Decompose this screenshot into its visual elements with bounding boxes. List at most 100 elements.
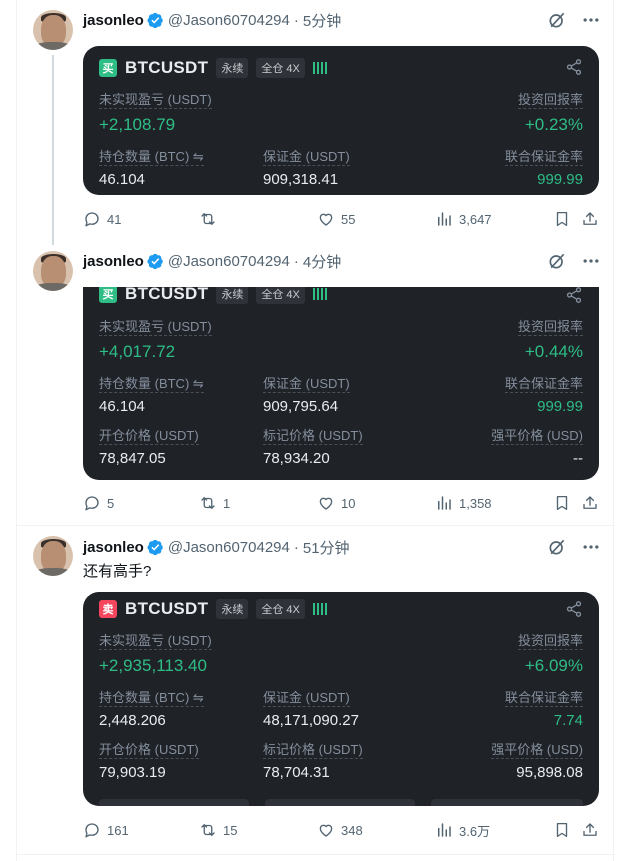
upload-icon[interactable] [581,821,599,839]
reply-button[interactable]: 161 [83,821,129,839]
timestamp[interactable]: 51分钟 [303,537,350,558]
grok-icon[interactable] [547,537,567,557]
tweet-actions: 5 1 10 1,358 [83,493,599,513]
card-action-button[interactable] [431,799,583,806]
tweet-actions: 41 55 3,647 [83,209,599,229]
position-card[interactable]: 买 BTCUSDT 永续 全仓 4X 未实现盈亏 (USDT) +2,108.7… [83,46,599,195]
view-count: 1,358 [459,495,492,511]
pnl-label: 未实现盈亏 (USDT) [99,319,212,336]
like-icon [317,210,335,228]
roi-value: +0.23% [524,115,583,134]
view-count: 3,647 [459,211,492,227]
views-button[interactable]: 1,358 [435,494,492,512]
like-button[interactable]: 55 [317,210,355,228]
timeline: jasonleo @Jason60704294 · 5分钟 买 BTCUSDT … [16,0,615,861]
contract-tag: 永续 [216,58,249,78]
roi-label: 投资回报率 [517,633,583,650]
size-label: 持仓数量 (BTC) ⇋ [99,376,204,393]
avatar[interactable] [33,10,73,50]
roi-label: 投资回报率 [517,319,583,336]
repost-button[interactable]: 15 [199,821,237,839]
tweet-header-actions [547,10,601,30]
avatar[interactable] [33,536,73,576]
tweet-text: 还有高手? [83,563,152,580]
like-button[interactable]: 348 [317,821,363,839]
leverage-bars-icon [312,603,327,615]
roi-label: 投资回报率 [517,92,583,109]
tweet[interactable]: jasonleo @Jason60704294 · 51分钟 还有高手? 卖 B… [17,526,615,856]
bookmark-icon[interactable] [553,494,571,512]
upload-icon[interactable] [581,494,599,512]
liquidation-price-value: -- [573,450,583,467]
more-icon[interactable] [581,10,601,30]
timestamp[interactable]: 4分钟 [303,251,341,272]
reply-button[interactable]: 5 [83,494,114,512]
margin-value: 48,171,090.27 [263,712,359,729]
card-action-button[interactable] [265,799,415,806]
upload-icon[interactable] [581,210,599,228]
handle[interactable]: @Jason60704294 [168,12,290,29]
grok-icon[interactable] [547,251,567,271]
separator-dot: · [293,252,299,270]
tweet-header-actions [547,251,601,271]
symbol: BTCUSDT [125,58,209,77]
card-header: 卖 BTCUSDT 永续 全仓 4X [99,599,327,619]
position-card[interactable]: 卖 BTCUSDT 永续 全仓 4X 未实现盈亏 (USDT) +2,935,1… [83,592,599,806]
handle[interactable]: @Jason60704294 [168,253,290,270]
more-icon[interactable] [581,251,601,271]
margin-ratio-label: 联合保证金率 [504,376,583,393]
views-icon [435,494,453,512]
reply-count: 161 [107,822,129,838]
pnl-value: +2,935,113.40 [99,656,207,675]
separator-dot: · [293,11,299,29]
grok-icon[interactable] [547,10,567,30]
views-button[interactable]: 3.6万 [435,821,490,840]
reply-button[interactable]: 41 [83,210,121,228]
size-value: 2,448.206 [99,712,166,729]
like-count: 348 [341,822,363,838]
display-name[interactable]: jasonleo [83,539,144,556]
separator-dot: · [293,538,299,556]
pnl-value: +2,108.79 [99,115,176,134]
margin-value: 909,795.64 [263,398,339,415]
tweet-header: jasonleo @Jason60704294 · 4分钟 [83,251,341,271]
margin-ratio-label: 联合保证金率 [504,690,583,707]
roi-value: +6.09% [524,656,583,675]
views-button[interactable]: 3,647 [435,210,492,228]
bookmark-icon[interactable] [553,210,571,228]
more-icon[interactable] [581,537,601,557]
like-count: 55 [341,211,356,227]
views-icon [435,821,453,839]
share-icon[interactable] [565,600,583,618]
contract-tag: 永续 [216,287,249,304]
avatar[interactable] [33,251,73,291]
timestamp[interactable]: 5分钟 [303,10,341,31]
size-value: 46.104 [99,171,145,188]
contract-tag: 永续 [216,599,249,619]
card-action-button[interactable] [99,799,249,806]
mark-price-value: 78,934.20 [263,450,330,467]
like-button[interactable]: 10 [317,494,355,512]
verified-badge-icon [147,539,164,556]
leverage-bars-icon [312,288,327,300]
reply-icon [83,210,101,228]
repost-count: 1 [223,495,231,511]
tweet[interactable]: jasonleo @Jason60704294 · 4分钟 买 BTCUSDT … [17,245,615,525]
display-name[interactable]: jasonleo [83,253,144,270]
like-icon [317,494,335,512]
position-card[interactable]: 买 BTCUSDT 永续 全仓 4X 未实现盈亏 (USDT) +4,017.7… [83,287,599,480]
share-icon[interactable] [565,58,583,76]
margin-mode-tag: 全仓 4X [256,287,305,304]
side-badge: 卖 [99,600,117,618]
repost-button[interactable]: 1 [199,494,230,512]
share-icon[interactable] [565,287,583,304]
entry-price-label: 开仓价格 (USDT) [99,742,199,759]
margin-ratio-label: 联合保证金率 [504,149,583,166]
tweet[interactable]: jasonleo @Jason60704294 · 5分钟 买 BTCUSDT … [17,0,615,245]
margin-value: 909,318.41 [263,171,339,188]
handle[interactable]: @Jason60704294 [168,539,290,556]
display-name[interactable]: jasonleo [83,12,144,29]
margin-ratio-value: 7.74 [553,712,583,729]
bookmark-icon[interactable] [553,821,571,839]
repost-button[interactable] [199,210,223,228]
